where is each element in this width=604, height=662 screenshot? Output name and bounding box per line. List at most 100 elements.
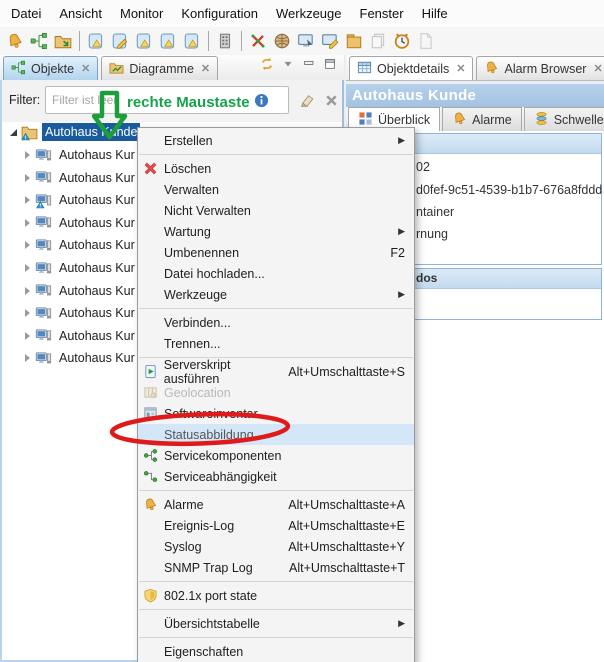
menu-item-snmp-trap-log[interactable]: SNMP Trap LogAlt+Umschalttaste+T — [138, 557, 414, 578]
expander-icon[interactable] — [22, 309, 33, 317]
tree-row[interactable]: Autohaus Kur — [22, 168, 138, 188]
refresh-button[interactable] — [260, 57, 274, 76]
toolbar-script-warning-icon[interactable] — [132, 29, 156, 53]
tab-close-icon[interactable]: ✕ — [593, 62, 602, 75]
toolbar-remote-desktop-icon[interactable] — [294, 29, 318, 53]
tree-row[interactable]: Autohaus Kur — [22, 303, 138, 323]
toolbar-building-icon[interactable] — [213, 29, 237, 53]
toolbar-package-icon[interactable] — [342, 29, 366, 53]
expander-icon[interactable] — [22, 354, 33, 362]
menu-ansicht[interactable]: Ansicht — [50, 1, 111, 26]
toolbar-alarm-icon[interactable] — [3, 29, 27, 53]
tab-close-icon[interactable]: ✕ — [201, 62, 210, 75]
menu-item-trennen[interactable]: Trennen... — [138, 333, 414, 354]
expander-icon[interactable] — [22, 264, 33, 272]
subtab-alarme[interactable]: Alarme — [442, 107, 522, 131]
toolbar-script-warning-icon[interactable] — [180, 29, 204, 53]
menu-item-servicekomponenten[interactable]: Servicekomponenten — [138, 445, 414, 466]
toolbar-script-warning-icon[interactable] — [84, 29, 108, 53]
expander-icon[interactable] — [22, 241, 33, 249]
tree-item-label[interactable]: Autohaus Kur — [56, 304, 138, 322]
menu-item-verbinden[interactable]: Verbinden... — [138, 312, 414, 333]
menu-item-verwalten[interactable]: Verwalten — [138, 179, 414, 200]
tree-row[interactable]: Autohaus Kur — [22, 235, 138, 255]
toolbar-world-grid-icon[interactable] — [270, 29, 294, 53]
shield-icon — [143, 588, 164, 604]
menu-item-bersichtstabelle[interactable]: Übersichtstabelle▶ — [138, 613, 414, 634]
menu-item-802-1x-port-state[interactable]: 802.1x port state — [138, 585, 414, 606]
toolbar-open-folder-icon[interactable] — [51, 29, 75, 53]
delete-icon — [143, 161, 164, 177]
tree-item-label[interactable]: Autohaus Kur — [56, 214, 138, 232]
tree-row[interactable]: Autohaus Kur — [22, 281, 138, 301]
toolbar-script-warning-icon[interactable] — [156, 29, 180, 53]
expander-icon[interactable] — [22, 174, 33, 182]
expander-icon[interactable] — [22, 151, 33, 159]
tree-item-label[interactable]: Autohaus Kur — [56, 146, 138, 164]
tab-alarm-browser[interactable]: Alarm Browser✕ — [476, 56, 604, 80]
menu-item-serviceabh-ngigkeit[interactable]: Serviceabhängigkeit — [138, 466, 414, 487]
expander-icon[interactable] — [8, 129, 19, 136]
toolbar-edit-config-icon[interactable] — [318, 29, 342, 53]
menu-item-alarme[interactable]: AlarmeAlt+Umschalttaste+A — [138, 494, 414, 515]
clear-filter-button[interactable] — [299, 92, 316, 114]
toolbar-script-edit-icon[interactable] — [108, 29, 132, 53]
toolbar-network-links-icon[interactable] — [246, 29, 270, 53]
menu-werkzeuge[interactable]: Werkzeuge — [267, 1, 351, 26]
no-icon — [143, 315, 164, 331]
menu-item-eigenschaften[interactable]: Eigenschaften — [138, 641, 414, 662]
tab-diagramme[interactable]: Diagramme✕ — [101, 56, 218, 80]
menu-item-erstellen[interactable]: Erstellen▶ — [138, 130, 414, 151]
expander-icon[interactable] — [22, 287, 33, 295]
expander-icon[interactable] — [22, 196, 33, 204]
tree-item-label[interactable]: Autohaus Kur — [56, 236, 138, 254]
tab-objekte[interactable]: Objekte✕ — [3, 56, 98, 80]
tab-close-icon[interactable]: ✕ — [81, 62, 90, 75]
menu-monitor[interactable]: Monitor — [111, 1, 172, 26]
tree-item-label[interactable]: Autohaus Kur — [56, 327, 138, 345]
menu-item-serverskript-ausf-hren[interactable]: Serverskript ausführenAlt+Umschalttaste+… — [138, 361, 414, 382]
menu-item-nicht-verwalten[interactable]: Nicht Verwalten — [138, 200, 414, 221]
tree-row[interactable]: !Autohaus Kur — [22, 190, 138, 210]
menu-fenster[interactable]: Fenster — [351, 1, 413, 26]
filter-input[interactable] — [45, 86, 289, 114]
tree-item-label[interactable]: Autohaus Kur — [56, 282, 138, 300]
tab-close-icon[interactable]: ✕ — [456, 62, 465, 75]
menu-item-syslog[interactable]: SyslogAlt+Umschalttaste+Y — [138, 536, 414, 557]
expander-icon[interactable] — [22, 332, 33, 340]
tree-item-label[interactable]: Autohaus Kur — [56, 169, 138, 187]
tree-item-label[interactable]: Autohaus Kur — [56, 349, 138, 367]
tree-row[interactable]: Autohaus Kur — [22, 326, 138, 346]
menu-item-ereignis-log[interactable]: Ereignis-LogAlt+Umschalttaste+E — [138, 515, 414, 536]
tab-objektdetails[interactable]: Objektdetails✕ — [349, 56, 473, 80]
menu-konfiguration[interactable]: Konfiguration — [172, 1, 267, 26]
menu-item-datei-hochladen[interactable]: Datei hochladen... — [138, 263, 414, 284]
tree-item-label[interactable]: Autohaus Kur — [56, 259, 138, 277]
subtab-label: Überblick — [378, 113, 430, 127]
tree-row[interactable]: !Autohaus Kunde — [8, 122, 140, 142]
tree-item-label[interactable]: Autohaus Kur — [56, 191, 138, 209]
minimize-button[interactable] — [302, 57, 316, 76]
menu-hilfe[interactable]: Hilfe — [413, 1, 457, 26]
expander-icon[interactable] — [22, 219, 33, 227]
tree-row[interactable]: Autohaus Kur — [22, 145, 138, 165]
context-menu: Erstellen▶ LöschenVerwaltenNicht Verwalte… — [137, 127, 415, 662]
menu-item-l-schen[interactable]: Löschen — [138, 158, 414, 179]
menu-item-statusabbildung[interactable]: Statusabbildung — [138, 424, 414, 445]
toolbar-clock-icon[interactable] — [390, 29, 414, 53]
chevron-down-button[interactable] — [281, 57, 295, 76]
subtab-schwellenwert[interactable]: Schwellenwert — [524, 107, 604, 131]
toolbar-object-tree-icon[interactable] — [27, 29, 51, 53]
maximize-button[interactable] — [323, 57, 337, 76]
menu-item-umbenennen[interactable]: UmbenennenF2 — [138, 242, 414, 263]
tree-row[interactable]: Autohaus Kur — [22, 348, 138, 368]
tree-row[interactable]: Autohaus Kur — [22, 213, 138, 233]
menu-item-werkzeuge[interactable]: Werkzeuge▶ — [138, 284, 414, 305]
tree-row[interactable]: Autohaus Kur — [22, 258, 138, 278]
menu-item-softwareinventar[interactable]: Softwareinventar — [138, 403, 414, 424]
menu-datei[interactable]: Datei — [2, 1, 50, 26]
menu-item-wartung[interactable]: Wartung▶ — [138, 221, 414, 242]
tree-item-label[interactable]: Autohaus Kunde — [42, 123, 140, 141]
menu-item-label: Eigenschaften — [164, 645, 243, 659]
filter-close-button[interactable] — [323, 92, 340, 114]
